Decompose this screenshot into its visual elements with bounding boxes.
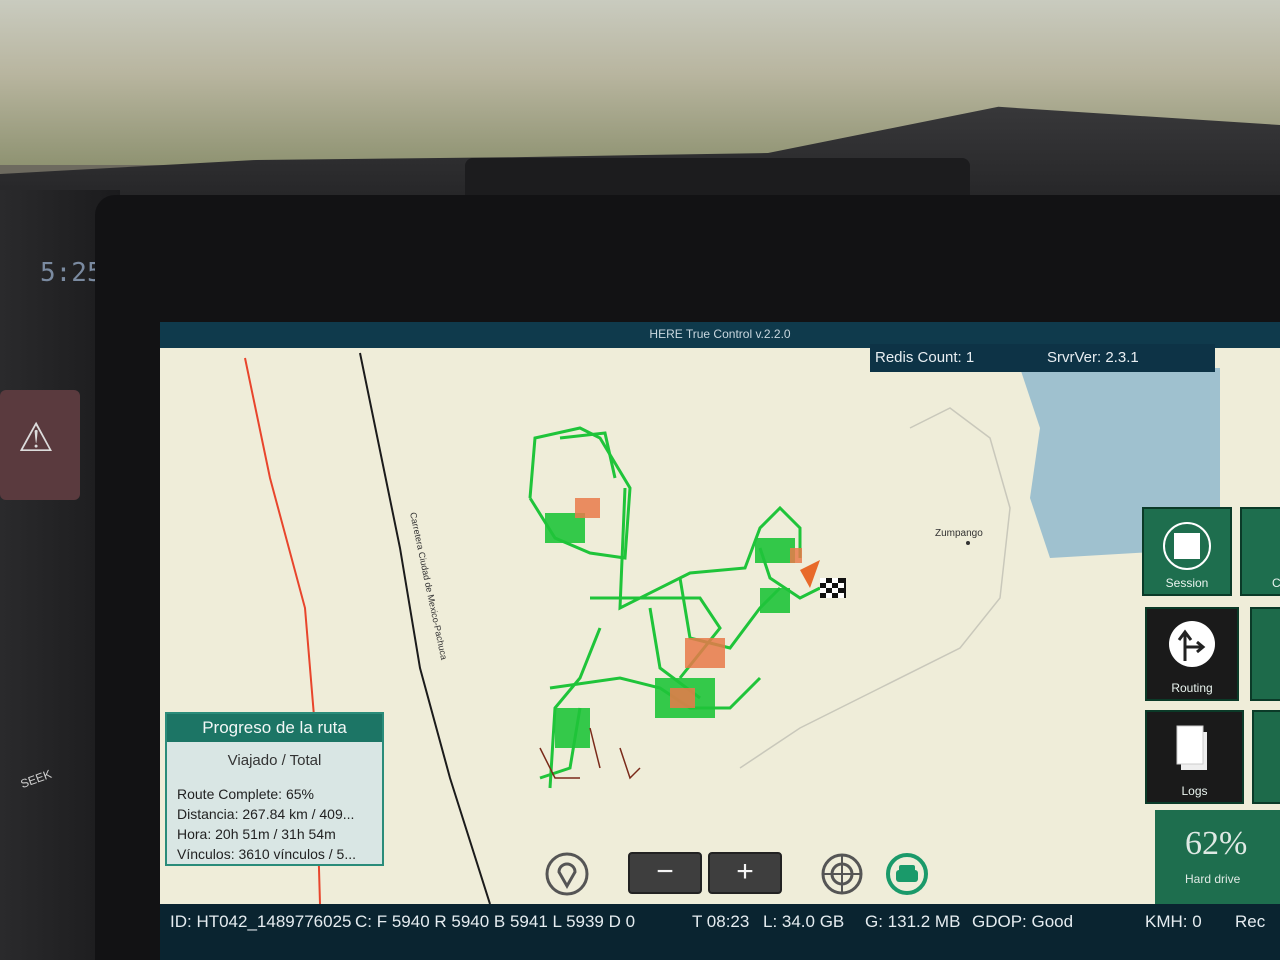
- minus-icon: −: [656, 855, 674, 888]
- status-top: Redis Count: 1 SrvrVer: 2.3.1: [870, 344, 1215, 372]
- center-map-button[interactable]: [820, 852, 864, 896]
- status-footer: ID: HT042_1489776025 C: F 5940 R 5940 B …: [160, 904, 1280, 960]
- dash-clock: 5:25: [40, 258, 103, 288]
- vehicle-marker: [800, 560, 820, 588]
- logs-button[interactable]: Logs: [1145, 710, 1244, 804]
- hazard-button: ⚠: [0, 390, 80, 500]
- speed-kmh: KMH: 0: [1145, 912, 1202, 931]
- route-complete: Route Complete: 65%: [177, 786, 314, 802]
- redis-count: Redis Count: 1: [875, 349, 975, 366]
- capture-counts: C: F 5940 R 5940 B 5941 L 5939 D 0: [355, 912, 636, 931]
- location-pin-icon: [545, 852, 589, 896]
- server-version: SrvrVer: 2.3.1: [1047, 349, 1139, 366]
- routing-button[interactable]: Routing: [1145, 607, 1239, 701]
- rec-status: Rec: [1235, 912, 1266, 931]
- gdop-status: GDOP: Good: [972, 912, 1074, 931]
- zoom-in-button[interactable]: +: [708, 852, 782, 894]
- links-progress: Vínculos: 3610 vínculos / 5...: [177, 846, 356, 862]
- document-icon: [1176, 725, 1207, 770]
- disk-usage-tile: 62% Hard drive: [1155, 810, 1280, 905]
- disk-percent: 62%: [1185, 825, 1248, 862]
- routing-arrow-icon: [1169, 621, 1215, 667]
- town-label: Zumpango: [935, 528, 983, 539]
- stop-icon: [1163, 522, 1211, 570]
- device-id: ID: HT042_1489776025: [170, 912, 352, 931]
- nav-right-button-2[interactable]: [1252, 710, 1280, 804]
- progress-title: Progreso de la ruta: [167, 714, 382, 742]
- app-title: HERE True Control v.2.2.0: [649, 327, 791, 341]
- camera-button[interactable]: C: [1240, 507, 1280, 596]
- follow-vehicle-button[interactable]: [885, 852, 929, 896]
- routing-label: Routing: [1171, 681, 1213, 695]
- logs-label: Logs: [1181, 784, 1208, 798]
- warning-triangle-icon: ⚠: [18, 416, 54, 460]
- nav-right-button[interactable]: [1250, 607, 1280, 701]
- crosshair-icon: [821, 853, 863, 895]
- elapsed-time: T 08:23: [692, 912, 750, 931]
- disk-label: Hard drive: [1185, 872, 1241, 886]
- session-button[interactable]: Session: [1142, 507, 1232, 596]
- car-icon: [886, 853, 928, 895]
- progress-subtitle: Viajado / Total: [227, 752, 322, 769]
- plus-icon: +: [736, 855, 754, 888]
- camera-label: C: [1272, 576, 1280, 590]
- location-pin-button[interactable]: [545, 852, 589, 896]
- app-screen: HERE True Control v.2.2.0 Carretera Ciud…: [160, 322, 1280, 960]
- memory-usage: G: 131.2 MB: [865, 912, 961, 931]
- zoom-out-button[interactable]: −: [628, 852, 702, 894]
- town-dot: [966, 541, 970, 545]
- time-progress: Hora: 20h 51m / 31h 54m: [177, 826, 336, 842]
- session-label: Session: [1165, 576, 1209, 590]
- local-storage: L: 34.0 GB: [763, 912, 845, 931]
- distance: Distancia: 267.84 km / 409...: [177, 806, 355, 822]
- route-progress-panel: Progreso de la ruta Viajado / Total Rout…: [165, 712, 384, 866]
